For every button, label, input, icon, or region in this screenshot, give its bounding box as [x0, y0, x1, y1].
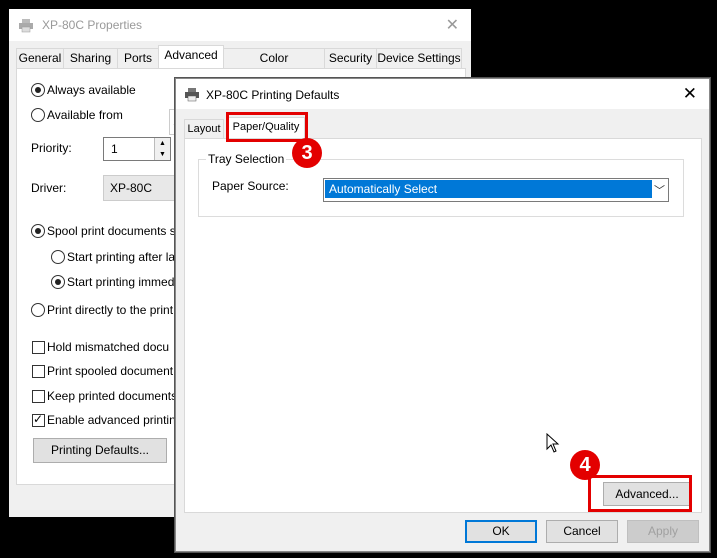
printer-icon [19, 19, 33, 33]
keep-printed-checkbox[interactable] [32, 390, 45, 403]
always-available-radio[interactable] [31, 83, 45, 97]
step-3-badge: 3 [292, 138, 322, 168]
priority-label: Priority: [31, 141, 72, 155]
paper-source-value: Automatically Select [325, 180, 652, 198]
close-icon[interactable]: ✕ [446, 15, 459, 35]
tab-ports[interactable]: Ports [117, 48, 159, 68]
hold-mismatched-label: Hold mismatched docu [47, 340, 170, 354]
print-spooled-first-label: Print spooled document [47, 364, 174, 378]
start-immediately-label: Start printing immed [67, 275, 175, 289]
priority-stepper[interactable]: 1 ▲ ▼ [103, 137, 171, 161]
paper-source-select[interactable]: Automatically Select ﹀ [323, 178, 669, 202]
print-directly-label: Print directly to the print [47, 303, 174, 317]
print-directly-radio[interactable] [31, 303, 45, 317]
available-from-radio[interactable] [31, 108, 45, 122]
tray-selection-group: Tray Selection Paper Source: Automatical… [198, 152, 684, 217]
properties-titlebar: XP-80C Properties ✕ [9, 9, 471, 41]
tab-color-management[interactable]: Color Management [223, 48, 325, 84]
advanced-highlight [588, 475, 692, 512]
tray-selection-title: Tray Selection [206, 152, 287, 166]
close-icon[interactable]: ✕ [683, 84, 697, 104]
chevron-down-icon: ﹀ [654, 185, 665, 197]
priority-value: 1 [111, 142, 118, 156]
always-available-label: Always available [47, 83, 136, 97]
printing-defaults-title: XP-80C Printing Defaults [206, 88, 340, 102]
printing-defaults-titlebar: XP-80C Printing Defaults ✕ [176, 79, 709, 109]
tab-device-settings[interactable]: Device Settings [376, 48, 462, 68]
apply-button[interactable]: Apply [627, 520, 699, 543]
available-from-label: Available from [47, 108, 123, 122]
printing-defaults-button[interactable]: Printing Defaults... [33, 438, 167, 463]
enable-advanced-checkbox[interactable] [32, 412, 45, 427]
tab-general[interactable]: General [16, 48, 64, 68]
hold-mismatched-checkbox[interactable] [32, 341, 45, 354]
tab-security[interactable]: Security [324, 48, 377, 68]
mouse-cursor-icon [546, 433, 560, 453]
spin-down-icon[interactable]: ▼ [155, 149, 170, 160]
print-spooled-first-checkbox[interactable] [32, 365, 45, 378]
paper-quality-highlight [226, 112, 308, 142]
cancel-button[interactable]: Cancel [546, 520, 618, 543]
paper-source-label: Paper Source: [212, 179, 289, 193]
tab-layout[interactable]: Layout [184, 119, 224, 139]
printer-icon [185, 88, 199, 102]
spool-radio[interactable] [31, 224, 45, 238]
driver-label: Driver: [31, 181, 67, 195]
tab-advanced[interactable]: Advanced [158, 45, 224, 68]
properties-title: XP-80C Properties [42, 18, 143, 32]
start-after-last-page-label: Start printing after la [67, 250, 176, 264]
paper-quality-panel: Tray Selection Paper Source: Automatical… [184, 138, 702, 513]
step-4-badge: 4 [570, 450, 600, 480]
spool-label: Spool print documents s [47, 224, 176, 238]
keep-printed-label: Keep printed documents [47, 389, 178, 403]
enable-advanced-label: Enable advanced printin [47, 413, 176, 427]
start-after-last-page-radio[interactable] [51, 250, 65, 264]
stepper-buttons: ▲ ▼ [154, 138, 170, 160]
ok-button[interactable]: OK [465, 520, 537, 543]
tab-sharing[interactable]: Sharing [63, 48, 118, 68]
start-immediately-radio[interactable] [51, 275, 65, 289]
